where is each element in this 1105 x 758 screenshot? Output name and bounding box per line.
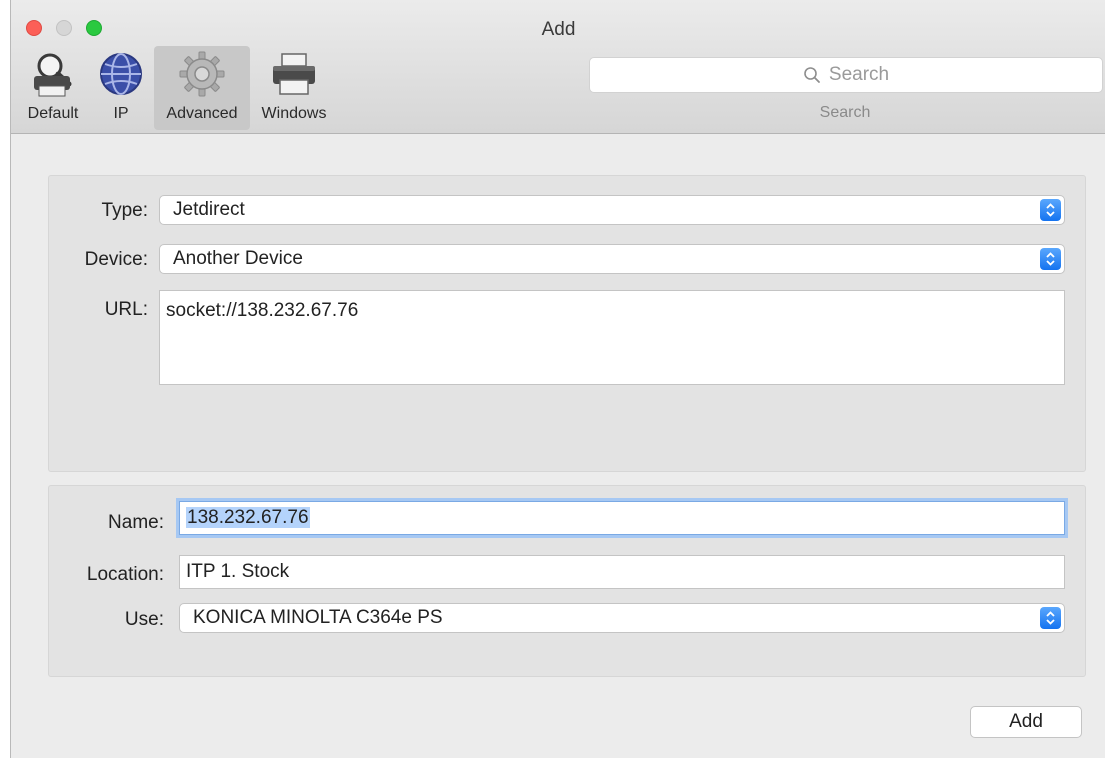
name-field[interactable]: 138.232.67.76 <box>179 501 1065 535</box>
chevron-updown-icon <box>1040 199 1061 221</box>
toolbar-item-advanced[interactable]: Advanced <box>154 46 250 130</box>
search-placeholder: Search <box>828 64 890 85</box>
toolbar-item-label: Default <box>27 105 79 122</box>
name-value: 138.232.67.76 <box>186 507 310 528</box>
url-field[interactable]: socket://138.232.67.76 <box>159 290 1065 385</box>
chevron-updown-icon <box>1040 607 1061 629</box>
device-popup[interactable]: Another Device <box>159 244 1065 274</box>
use-popup[interactable]: KONICA MINOLTA C364e PS <box>179 603 1065 633</box>
name-label: Name: <box>108 512 164 533</box>
url-label: URL: <box>104 299 148 320</box>
window-title: Add <box>541 19 576 40</box>
use-value: KONICA MINOLTA C364e PS <box>193 607 443 628</box>
chevron-updown-icon <box>1040 248 1061 270</box>
toolbar-item-label: IP <box>113 105 129 122</box>
toolbar-item-label: Advanced <box>166 105 238 122</box>
toolbar: Add Default IP Advanced Windows Search S… <box>11 0 1105 134</box>
search-icon <box>804 67 820 83</box>
device-label: Device: <box>84 249 148 270</box>
search-input[interactable]: Search <box>589 57 1103 93</box>
add-button[interactable]: Add <box>970 706 1082 738</box>
gear-icon <box>179 51 225 97</box>
toolbar-item-windows[interactable]: Windows <box>255 46 333 130</box>
toolbar-item-ip[interactable]: IP <box>95 46 147 130</box>
default-printer-icon <box>34 53 72 97</box>
use-label: Use: <box>124 609 164 630</box>
device-value: Another Device <box>173 248 303 269</box>
printer-icon <box>273 53 315 95</box>
location-label: Location: <box>86 564 164 585</box>
toolbar-item-default[interactable]: Default <box>23 46 83 130</box>
add-printer-window: Add Default IP Advanced Windows Search S… <box>10 0 1105 758</box>
url-value: socket://138.232.67.76 <box>166 300 359 321</box>
location-value: ITP 1. Stock <box>186 561 290 582</box>
toolbar-item-label: Windows <box>261 105 327 122</box>
globe-icon <box>100 53 142 95</box>
location-field[interactable]: ITP 1. Stock <box>179 555 1065 589</box>
type-label: Type: <box>101 200 148 221</box>
type-value: Jetdirect <box>173 199 245 220</box>
search-caption: Search <box>819 104 871 121</box>
type-popup[interactable]: Jetdirect <box>159 195 1065 225</box>
